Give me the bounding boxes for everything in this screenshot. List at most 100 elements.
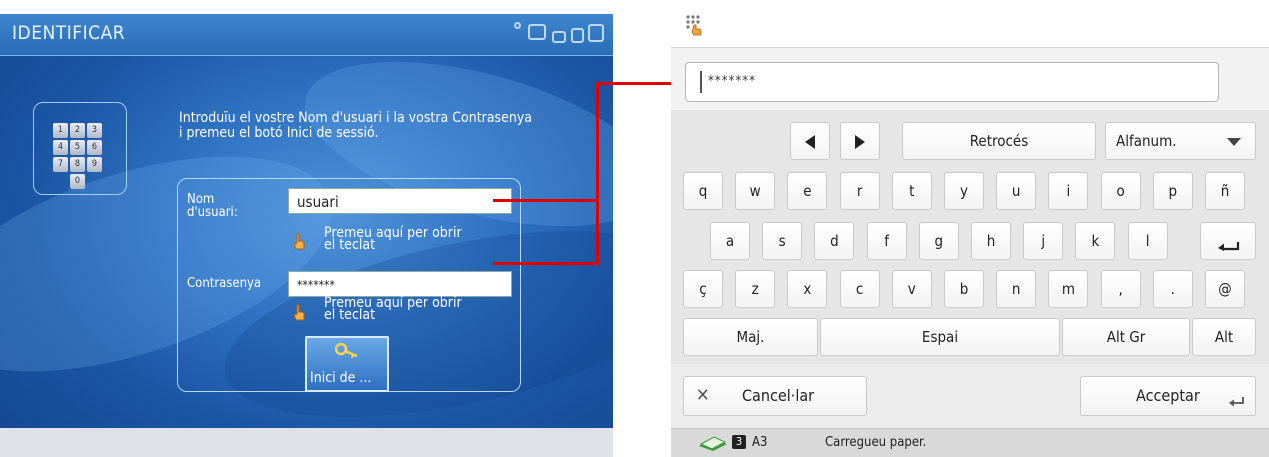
username-keyboard-hint[interactable]: Premeu aquí per obrir el teclat bbox=[324, 226, 462, 252]
keyboard-screen: ******* Retrocés Alfanum. Maj. Espai Alt… bbox=[671, 0, 1269, 457]
input-mode-label: Alfanum. bbox=[1116, 132, 1177, 150]
key-r[interactable]: r bbox=[839, 172, 880, 210]
password-keyboard-hint[interactable]: Premeu aquí per obrir el teclat bbox=[324, 296, 462, 322]
pointing-hand-icon bbox=[293, 233, 305, 250]
keypad-icon: 1 2 3 4 5 6 7 8 9 0 bbox=[33, 102, 127, 195]
enter-icon bbox=[1218, 242, 1240, 251]
keyboard-header bbox=[671, 0, 1269, 48]
soft-keyboard: Retrocés Alfanum. Maj. Espai Alt Gr Alt … bbox=[671, 110, 1269, 364]
status-message: Carregueu paper. bbox=[825, 435, 927, 450]
key-char[interactable]: . bbox=[1152, 270, 1193, 308]
keyboard-hand-icon bbox=[686, 15, 702, 36]
key-j[interactable]: j bbox=[1023, 222, 1064, 260]
key-l[interactable]: l bbox=[1127, 222, 1168, 260]
key-w[interactable]: w bbox=[735, 172, 776, 210]
key-c[interactable]: c bbox=[839, 270, 880, 308]
bottom-bar bbox=[0, 428, 613, 457]
key-d[interactable]: d bbox=[814, 222, 855, 260]
connector-line bbox=[596, 82, 678, 85]
username-field[interactable]: usuari bbox=[288, 188, 512, 214]
title-bar: IDENTIFICAR bbox=[0, 14, 613, 56]
keypad-key: 6 bbox=[87, 140, 102, 155]
keypad-key: 3 bbox=[87, 123, 102, 138]
connector-line bbox=[596, 82, 599, 265]
key-icon bbox=[335, 343, 358, 359]
key-k[interactable]: k bbox=[1075, 222, 1116, 260]
key-ç[interactable]: ç bbox=[683, 270, 723, 308]
keypad-key: 0 bbox=[70, 174, 85, 189]
login-button[interactable]: Inici de ... bbox=[305, 336, 389, 392]
connector-line bbox=[493, 262, 598, 265]
tray-number-badge: 3 bbox=[732, 435, 746, 449]
alt-key[interactable]: Alt bbox=[1192, 318, 1256, 356]
decor-icon bbox=[552, 31, 566, 43]
key-y[interactable]: y bbox=[944, 172, 984, 210]
keypad-key: 8 bbox=[70, 157, 85, 172]
password-field[interactable]: ******* bbox=[288, 271, 512, 297]
paper-size: A3 bbox=[752, 435, 768, 450]
key-o[interactable]: o bbox=[1100, 172, 1141, 210]
key-g[interactable]: g bbox=[918, 222, 959, 260]
cancel-label: Cancel·lar bbox=[742, 386, 815, 405]
key-a[interactable]: a bbox=[710, 222, 750, 260]
key-h[interactable]: h bbox=[971, 222, 1011, 260]
decor-icon bbox=[528, 24, 546, 40]
accept-label: Acceptar bbox=[1136, 386, 1200, 405]
arrow-left-icon bbox=[805, 134, 815, 149]
key-u[interactable]: u bbox=[996, 172, 1037, 210]
keypad-key: 1 bbox=[53, 123, 68, 138]
key-char[interactable]: @ bbox=[1205, 270, 1245, 308]
key-m[interactable]: m bbox=[1048, 270, 1089, 308]
decor-icon bbox=[571, 28, 584, 43]
key-v[interactable]: v bbox=[891, 270, 932, 308]
enter-icon bbox=[1229, 397, 1244, 407]
login-button-label: Inici de ... bbox=[310, 370, 372, 386]
login-instructions: Introduïu el vostre Nom d'usuari i la vo… bbox=[179, 110, 533, 141]
key-z[interactable]: z bbox=[735, 270, 776, 308]
key-t[interactable]: t bbox=[891, 172, 932, 210]
input-area: ******* bbox=[671, 48, 1269, 110]
key-f[interactable]: f bbox=[866, 222, 907, 260]
key-x[interactable]: x bbox=[787, 270, 828, 308]
decor-icon bbox=[588, 24, 604, 42]
keypad-key: 4 bbox=[53, 140, 68, 155]
text-cursor bbox=[700, 71, 702, 93]
pointing-hand-icon bbox=[293, 304, 305, 321]
login-screen: IDENTIFICAR 1 2 3 4 5 6 7 8 9 0 Introduï… bbox=[0, 14, 613, 457]
input-mode-select[interactable]: Alfanum. bbox=[1105, 122, 1256, 160]
key-q[interactable]: q bbox=[683, 172, 723, 210]
enter-key[interactable] bbox=[1200, 222, 1256, 260]
space-key[interactable]: Espai bbox=[820, 318, 1060, 356]
status-bar: 3 A3 Carregueu paper. bbox=[671, 428, 1269, 457]
accept-button[interactable]: Acceptar bbox=[1080, 376, 1256, 416]
keypad-key: 2 bbox=[70, 123, 85, 138]
key-n[interactable]: n bbox=[996, 270, 1037, 308]
action-bar: ✕ Cancel·lar Acceptar bbox=[671, 364, 1269, 428]
cursor-right-key[interactable] bbox=[840, 122, 880, 160]
password-label: Contrasenya bbox=[187, 276, 262, 291]
key-ñ[interactable]: ñ bbox=[1205, 172, 1245, 210]
arrow-right-icon bbox=[855, 134, 865, 149]
screen-title: IDENTIFICAR bbox=[12, 22, 126, 44]
close-icon: ✕ bbox=[696, 385, 710, 406]
username-label: Nom d'usuari: bbox=[187, 192, 238, 220]
chevron-down-icon bbox=[1227, 138, 1241, 146]
cancel-button[interactable]: ✕ Cancel·lar bbox=[683, 376, 867, 416]
cursor-left-key[interactable] bbox=[790, 122, 830, 160]
key-e[interactable]: e bbox=[787, 172, 828, 210]
key-s[interactable]: s bbox=[762, 222, 803, 260]
keypad-key: 9 bbox=[87, 157, 102, 172]
key-char[interactable]: , bbox=[1100, 270, 1141, 308]
password-input[interactable]: ******* bbox=[685, 62, 1219, 102]
altgr-key[interactable]: Alt Gr bbox=[1062, 318, 1190, 356]
key-p[interactable]: p bbox=[1152, 172, 1193, 210]
key-b[interactable]: b bbox=[944, 270, 984, 308]
paper-tray-icon bbox=[699, 436, 727, 451]
backspace-key[interactable]: Retrocés bbox=[902, 122, 1096, 160]
keypad-key: 5 bbox=[70, 140, 85, 155]
key-i[interactable]: i bbox=[1048, 172, 1089, 210]
keypad-key: 7 bbox=[53, 157, 68, 172]
decor-icon bbox=[514, 22, 521, 29]
shift-key[interactable]: Maj. bbox=[683, 318, 818, 356]
connector-line bbox=[493, 199, 598, 202]
